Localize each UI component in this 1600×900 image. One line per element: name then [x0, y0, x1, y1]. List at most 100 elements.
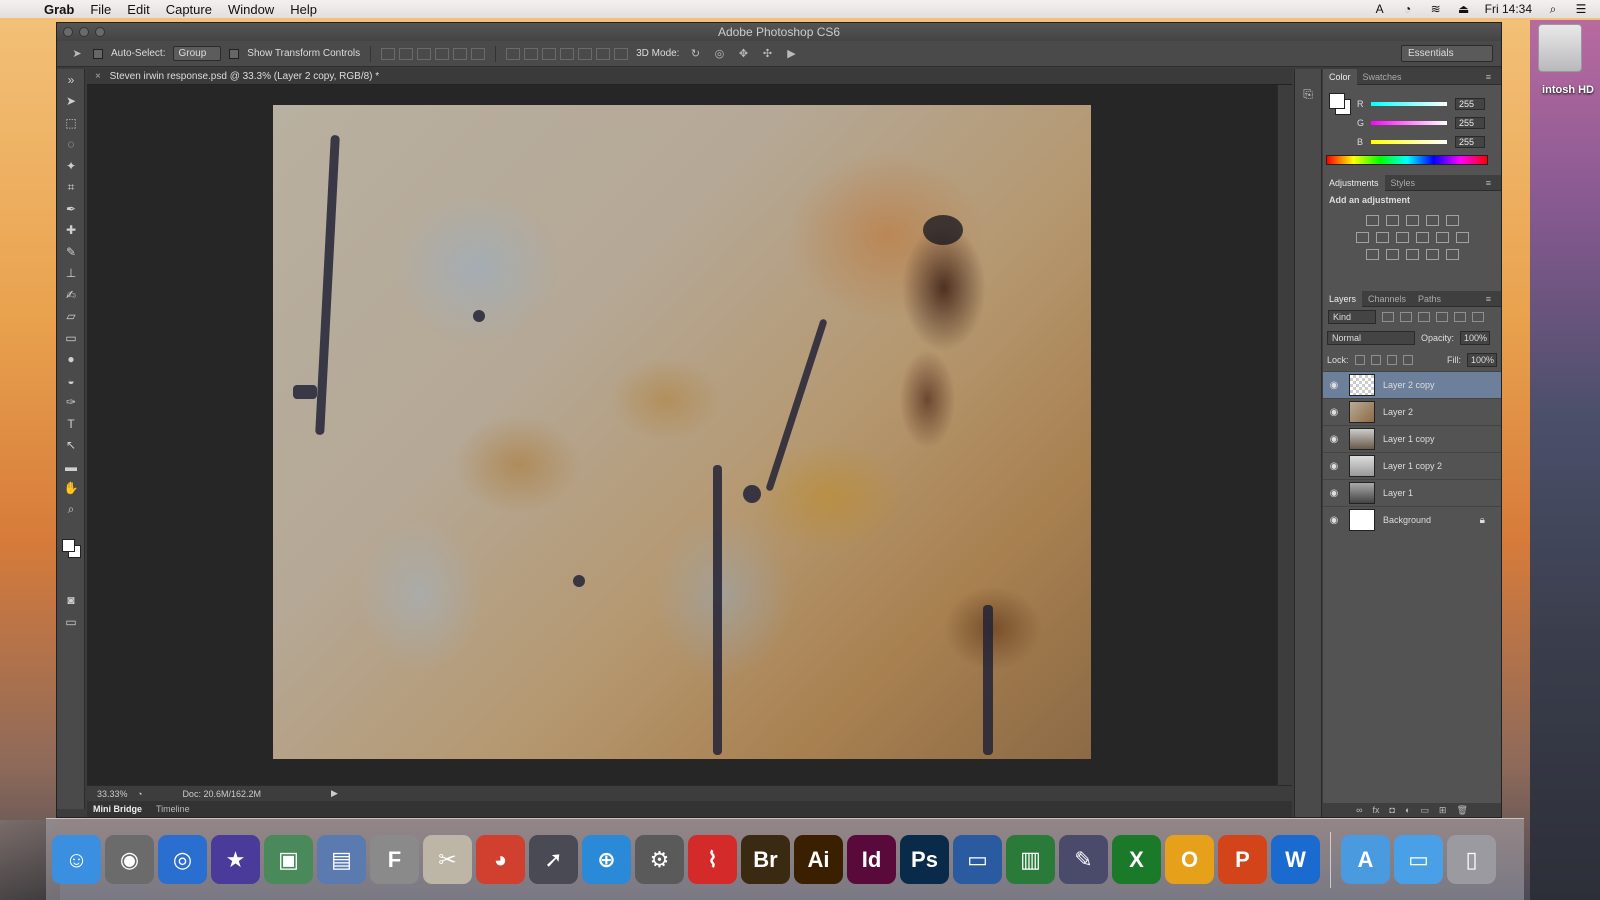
screen-mode-icon[interactable]: ▭ [57, 611, 85, 633]
status-menu-arrow-icon[interactable]: ▶ [331, 788, 338, 799]
layer-row[interactable]: ◉ Layer 1 [1323, 479, 1501, 506]
add-mask-icon[interactable]: ◘ [1390, 805, 1395, 815]
eject-icon[interactable]: ⏏ [1457, 3, 1471, 15]
3d-roll-icon[interactable]: ◎ [711, 47, 727, 61]
tab-color[interactable]: Color [1323, 68, 1357, 85]
invert-icon[interactable] [1365, 249, 1379, 260]
blue-value[interactable]: 255 [1455, 136, 1485, 148]
dock-app-illustrator-icon[interactable]: Ai [794, 835, 843, 884]
distribute-top-icon[interactable] [506, 47, 521, 60]
threshold-icon[interactable] [1405, 249, 1419, 260]
canvas-area[interactable] [87, 85, 1277, 785]
layer-name[interactable]: Layer 2 [1383, 407, 1413, 417]
dock-app-preview-icon[interactable]: ▤ [317, 835, 366, 884]
3d-pan-icon[interactable]: ✥ [735, 47, 751, 61]
hand-tool-icon[interactable]: ✋ [57, 478, 85, 500]
gradient-tool-icon[interactable]: ▭ [57, 327, 85, 349]
distribute-hcenter-icon[interactable] [578, 47, 593, 60]
history-brush-tool-icon[interactable]: ✍ [57, 284, 85, 306]
link-layers-icon[interactable]: ∞ [1356, 805, 1362, 815]
filter-toggle-icon[interactable] [1472, 312, 1484, 322]
filter-adjustment-icon[interactable] [1400, 312, 1412, 322]
hue-saturation-icon[interactable] [1355, 232, 1369, 243]
type-tool-icon[interactable]: T [57, 413, 85, 435]
dock-app-script-editor-icon[interactable]: ✎ [1059, 835, 1108, 884]
3d-rotate-icon[interactable]: ↻ [687, 47, 703, 61]
lock-all-icon[interactable] [1402, 355, 1413, 365]
path-selection-tool-icon[interactable]: ↖ [57, 435, 85, 457]
dock-app-keynote-icon[interactable]: ▭ [953, 835, 1002, 884]
distribute-left-icon[interactable] [560, 47, 575, 60]
opacity-input[interactable]: 100% [1460, 331, 1491, 345]
tab-styles[interactable]: Styles [1385, 175, 1422, 191]
clone-stamp-tool-icon[interactable]: ⊥ [57, 263, 85, 285]
posterize-icon[interactable] [1385, 249, 1399, 260]
dock-app-acrobat-icon[interactable]: ⌇ [688, 835, 737, 884]
layer-row[interactable]: ◉ Layer 1 copy [1323, 425, 1501, 452]
red-slider[interactable]: R 255 [1357, 98, 1487, 110]
visibility-eye-icon[interactable]: ◉ [1323, 488, 1345, 499]
document-canvas-image[interactable] [273, 105, 1091, 759]
blend-mode-dropdown[interactable]: Normal [1327, 331, 1415, 345]
tab-layers[interactable]: Layers [1323, 290, 1363, 307]
lock-transparent-icon[interactable] [1354, 355, 1365, 365]
lock-position-icon[interactable] [1386, 355, 1397, 365]
new-layer-icon[interactable]: ⊞ [1439, 805, 1447, 816]
levels-icon[interactable] [1385, 215, 1399, 226]
show-transform-controls-checkbox[interactable] [229, 48, 240, 59]
distribute-bottom-icon[interactable] [542, 47, 557, 60]
dock-app-photoshop-icon[interactable]: Ps [900, 835, 949, 884]
dock-app-trash-icon[interactable]: ▯ [1447, 835, 1496, 884]
dock-app-documents-icon[interactable]: ▭ [1394, 835, 1443, 884]
workspace-switcher[interactable]: Essentials [1401, 45, 1493, 62]
dock-app-system-preferences-icon[interactable]: ⚙ [635, 835, 684, 884]
dock-app-imovie-icon[interactable]: ★ [211, 835, 260, 884]
layer-name[interactable]: Layer 1 copy 2 [1383, 461, 1442, 471]
gradient-map-icon[interactable] [1445, 249, 1459, 260]
tab-paths[interactable]: Paths [1412, 291, 1447, 307]
distribute-right-icon[interactable] [596, 47, 611, 60]
dock-app-finder-icon[interactable]: ☺ [52, 835, 101, 884]
blue-slider-track[interactable] [1371, 140, 1447, 144]
exposure-icon[interactable] [1425, 215, 1439, 226]
close-window-button[interactable] [63, 27, 73, 37]
auto-select-checkbox[interactable] [93, 48, 103, 59]
menu-edit[interactable]: Edit [119, 2, 157, 17]
brightness-contrast-icon[interactable] [1365, 215, 1379, 226]
panel-menu-icon[interactable]: ≡ [1480, 291, 1497, 307]
menu-app-name[interactable]: Grab [36, 2, 82, 17]
delete-layer-icon[interactable]: 🗑︎ [1456, 805, 1467, 816]
wifi-icon[interactable]: ≋ [1429, 3, 1443, 15]
crop-tool-icon[interactable]: ⌗ [57, 177, 85, 199]
dock-app-outlook-icon[interactable]: O [1165, 835, 1214, 884]
notification-center-icon[interactable]: ☰ [1574, 3, 1588, 15]
menu-help[interactable]: Help [282, 2, 325, 17]
lasso-tool-icon[interactable]: ◌ [57, 134, 85, 156]
color-foreground-swatch[interactable] [1329, 93, 1345, 109]
dock-app-word-icon[interactable]: W [1271, 835, 1320, 884]
tab-adjustments[interactable]: Adjustments [1323, 174, 1385, 191]
history-panel-icon[interactable]: ⎘ [1301, 87, 1315, 101]
close-document-icon[interactable]: × [95, 71, 101, 82]
3d-scale-icon[interactable]: ▶ [783, 47, 799, 61]
filter-shape-icon[interactable] [1436, 312, 1448, 322]
move-tool-icon[interactable]: ➤ [57, 91, 85, 113]
visibility-eye-icon[interactable]: ◉ [1323, 434, 1345, 445]
zoom-tool-icon[interactable]: ⌕ [57, 499, 85, 521]
zoom-window-button[interactable] [95, 27, 105, 37]
align-top-icon[interactable] [381, 47, 396, 60]
layer-row[interactable]: ◉ Layer 1 copy 2 [1323, 452, 1501, 479]
tab-timeline[interactable]: Timeline [156, 804, 190, 814]
layer-name[interactable]: Layer 1 copy [1383, 434, 1435, 444]
canvas-vertical-scrollbar[interactable] [1277, 85, 1292, 785]
marquee-tool-icon[interactable]: ⬚ [57, 112, 85, 134]
dock-app-excel-icon[interactable]: X [1112, 835, 1161, 884]
dock-app-idvd-icon[interactable]: ◎ [158, 835, 207, 884]
quick-mask-icon[interactable]: ◙ [57, 589, 85, 611]
filter-type-icon[interactable] [1418, 312, 1430, 322]
tab-channels[interactable]: Channels [1362, 291, 1412, 307]
filter-smart-object-icon[interactable] [1454, 312, 1466, 322]
auto-align-icon[interactable] [614, 47, 629, 60]
green-value[interactable]: 255 [1455, 117, 1485, 129]
dock-app-applications-icon[interactable]: A [1341, 835, 1390, 884]
